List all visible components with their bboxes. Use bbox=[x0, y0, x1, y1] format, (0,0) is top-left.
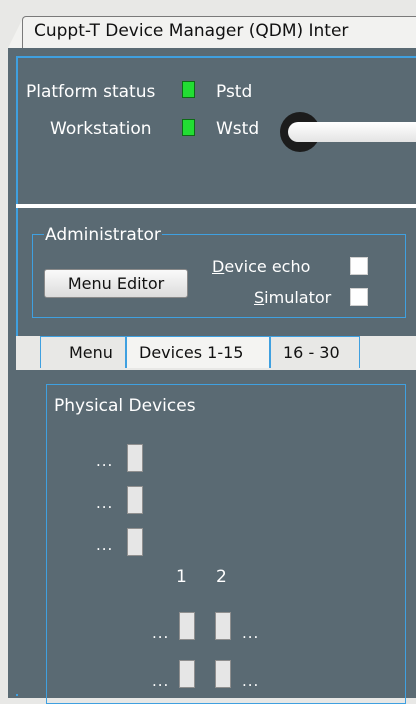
physical-devices-title: Physical Devices bbox=[54, 396, 196, 416]
device-dots: ... bbox=[242, 624, 260, 642]
simulator-checkbox[interactable] bbox=[350, 288, 368, 306]
device-slot[interactable] bbox=[127, 444, 143, 472]
menu-editor-button[interactable]: Menu Editor bbox=[44, 269, 188, 298]
device-slot[interactable] bbox=[179, 612, 195, 640]
section-divider bbox=[16, 204, 416, 208]
device-slot[interactable] bbox=[179, 660, 195, 688]
tab-devices-16-30[interactable]: 16 - 30 bbox=[270, 336, 360, 368]
workstation-value: Wstd bbox=[216, 119, 260, 139]
device-echo-checkbox[interactable] bbox=[350, 257, 368, 275]
simulator-label-rest: imulator bbox=[264, 288, 332, 307]
workstation-led bbox=[182, 119, 195, 136]
device-dots: ... bbox=[96, 452, 114, 470]
device-slot[interactable] bbox=[215, 612, 231, 640]
device-dots: ... bbox=[152, 672, 170, 690]
slider-track[interactable] bbox=[288, 122, 416, 142]
device-echo-accesskey: D bbox=[212, 257, 225, 276]
column-header-1: 1 bbox=[176, 567, 187, 587]
workstation-label: Workstation bbox=[50, 119, 152, 139]
device-slot[interactable] bbox=[127, 486, 143, 514]
simulator-label[interactable]: Simulator bbox=[254, 288, 331, 307]
device-echo-label-rest: evice echo bbox=[224, 257, 311, 276]
device-echo-label[interactable]: Device echo bbox=[212, 257, 310, 276]
window-title: Cuppt-T Device Manager (QDM) Inter bbox=[34, 21, 349, 41]
platform-status-led bbox=[182, 81, 195, 98]
tab-devices-1-15[interactable]: Devices 1-15 bbox=[126, 336, 270, 368]
administrator-legend: Administrator bbox=[44, 225, 162, 245]
device-dots: ... bbox=[152, 624, 170, 642]
device-dots: ... bbox=[96, 494, 114, 512]
simulator-accesskey: S bbox=[254, 288, 265, 307]
platform-status-value: Pstd bbox=[216, 82, 253, 102]
column-header-2: 2 bbox=[216, 567, 227, 587]
platform-status-label: Platform status bbox=[26, 82, 156, 102]
device-dots: ... bbox=[242, 672, 260, 690]
device-dots: ... bbox=[96, 536, 114, 554]
tab-menu[interactable]: Menu bbox=[40, 336, 126, 368]
device-slot[interactable] bbox=[215, 660, 231, 688]
device-slot[interactable] bbox=[127, 528, 143, 556]
